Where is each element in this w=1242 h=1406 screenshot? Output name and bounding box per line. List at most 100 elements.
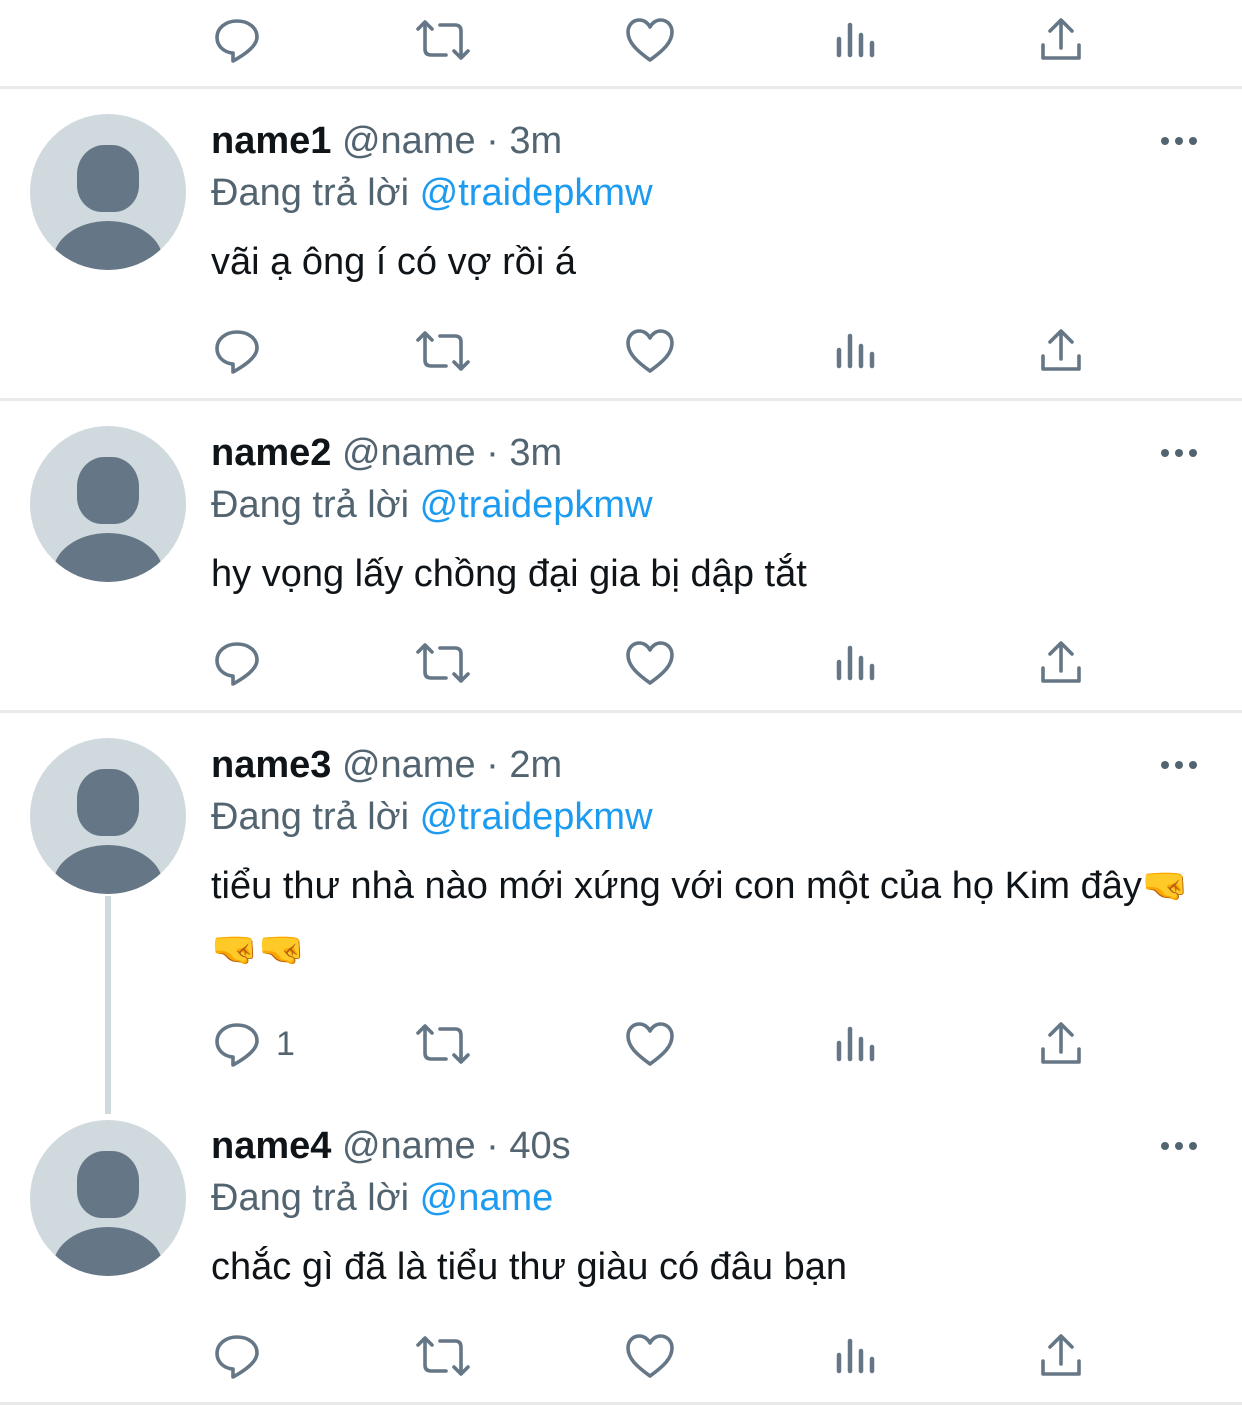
reply-button[interactable] — [212, 1326, 276, 1386]
divider — [0, 86, 1242, 89]
replying-to-label: Đang trả lời — [211, 172, 410, 214]
retweet-icon — [414, 1331, 472, 1381]
divider — [0, 1402, 1242, 1405]
views-icon — [834, 15, 878, 65]
replying-to: Đang trả lời @name — [211, 1175, 553, 1221]
views-icon — [834, 638, 878, 688]
display-name[interactable]: name4 — [211, 1125, 331, 1167]
views-button[interactable] — [834, 10, 878, 70]
views-button[interactable] — [834, 321, 878, 381]
tweet-header: name2 @name · 3m — [211, 430, 562, 476]
reply-count: 1 — [276, 1024, 295, 1063]
replying-to: Đang trả lời @traidepkmw — [211, 794, 653, 840]
share-icon — [1038, 326, 1084, 376]
replying-to-label: Đang trả lời — [211, 1177, 410, 1219]
replying-to: Đang trả lời @traidepkmw — [211, 482, 653, 528]
reply-icon — [212, 15, 262, 65]
views-icon — [834, 1331, 878, 1381]
retweet-icon — [414, 638, 472, 688]
reply-button[interactable] — [212, 321, 276, 381]
timestamp: 3m — [509, 120, 563, 162]
like-button[interactable] — [624, 1014, 676, 1074]
tweet-text: vãi ạ ông í có vợ rồi á — [211, 241, 576, 283]
views-icon — [834, 1019, 878, 1069]
tweet-text: chắc gì đã là tiểu thư giàu có đâu bạn — [211, 1246, 847, 1288]
mention-link[interactable]: @traidepkmw — [420, 796, 653, 838]
retweet-icon — [414, 326, 472, 376]
replying-to-label: Đang trả lời — [211, 484, 410, 526]
avatar[interactable] — [30, 738, 186, 894]
tweet-header: name4 @name · 40s — [211, 1123, 571, 1169]
handle: @name — [341, 120, 476, 162]
more-options-button[interactable] — [1156, 1131, 1202, 1161]
action-bar: 1 — [0, 1014, 1242, 1074]
views-button[interactable] — [834, 1326, 878, 1386]
separator-dot: · — [486, 432, 499, 474]
more-icon — [1161, 1142, 1169, 1150]
mention-link[interactable]: @traidepkmw — [420, 484, 653, 526]
display-name[interactable]: name1 — [211, 120, 331, 162]
divider — [0, 710, 1242, 713]
handle: @name — [341, 744, 476, 786]
retweet-button[interactable] — [414, 10, 472, 70]
like-icon — [624, 1019, 676, 1069]
timestamp: 2m — [509, 744, 563, 786]
reply-button[interactable]: 1 — [212, 1014, 295, 1074]
reply-icon — [212, 326, 262, 376]
avatar[interactable] — [30, 426, 186, 582]
share-button[interactable] — [1038, 321, 1084, 381]
action-bar — [0, 1326, 1242, 1386]
views-button[interactable] — [834, 1014, 878, 1074]
timestamp: 40s — [509, 1125, 571, 1167]
replying-to-label: Đang trả lời — [211, 796, 410, 838]
retweet-button[interactable] — [414, 1326, 472, 1386]
reply-icon — [212, 638, 262, 688]
reply-button[interactable] — [212, 10, 276, 70]
more-options-button[interactable] — [1156, 750, 1202, 780]
retweet-button[interactable] — [414, 633, 472, 693]
share-button[interactable] — [1038, 1326, 1084, 1386]
retweet-button[interactable] — [414, 321, 472, 381]
tweet-header: name3 @name · 2m — [211, 742, 562, 788]
mention-link[interactable]: @name — [420, 1177, 554, 1219]
more-options-button[interactable] — [1156, 438, 1202, 468]
share-icon — [1038, 638, 1084, 688]
share-icon — [1038, 15, 1084, 65]
reply-icon — [212, 1331, 262, 1381]
retweet-icon — [414, 1019, 472, 1069]
more-icon — [1161, 761, 1169, 769]
like-icon — [624, 638, 676, 688]
timestamp: 3m — [509, 432, 563, 474]
share-button[interactable] — [1038, 1014, 1084, 1074]
share-button[interactable] — [1038, 633, 1084, 693]
mention-link[interactable]: @traidepkmw — [420, 172, 653, 214]
divider — [0, 398, 1242, 401]
reply-icon — [212, 1019, 262, 1069]
like-button[interactable] — [624, 321, 676, 381]
thread-connector-line — [105, 896, 111, 1114]
share-icon — [1038, 1019, 1084, 1069]
tweet-text: hy vọng lấy chồng đại gia bị dập tắt — [211, 553, 807, 595]
retweet-icon — [414, 15, 472, 65]
like-icon — [624, 326, 676, 376]
views-icon — [834, 326, 878, 376]
like-icon — [624, 15, 676, 65]
like-button[interactable] — [624, 1326, 676, 1386]
avatar[interactable] — [30, 1120, 186, 1276]
display-name[interactable]: name3 — [211, 744, 331, 786]
views-button[interactable] — [834, 633, 878, 693]
separator-dot: · — [486, 1125, 499, 1167]
action-bar — [0, 633, 1242, 693]
share-icon — [1038, 1331, 1084, 1381]
like-button[interactable] — [624, 10, 676, 70]
retweet-button[interactable] — [414, 1014, 472, 1074]
share-button[interactable] — [1038, 10, 1084, 70]
separator-dot: · — [486, 744, 499, 786]
separator-dot: · — [486, 120, 499, 162]
display-name[interactable]: name2 — [211, 432, 331, 474]
like-button[interactable] — [624, 633, 676, 693]
reply-button[interactable] — [212, 633, 276, 693]
more-options-button[interactable] — [1156, 126, 1202, 156]
avatar[interactable] — [30, 114, 186, 270]
action-bar-top — [0, 10, 1242, 70]
